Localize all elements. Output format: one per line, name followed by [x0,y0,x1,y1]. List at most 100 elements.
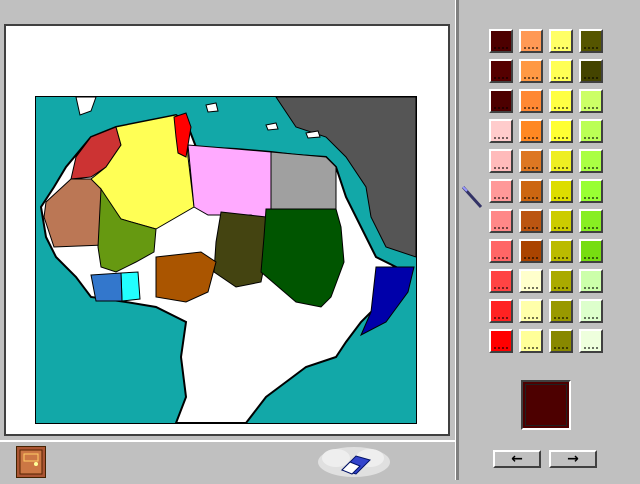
swatch-texture [584,287,598,289]
color-swatch[interactable] [489,269,513,293]
color-swatch[interactable] [489,119,513,143]
eraser-icon[interactable] [316,444,392,480]
swatch-texture [524,347,538,349]
color-swatch[interactable] [519,29,543,53]
color-swatch[interactable] [549,119,573,143]
color-swatch[interactable] [489,149,513,173]
swatch-texture [554,107,568,109]
color-swatch[interactable] [549,89,573,113]
swatch-texture [524,227,538,229]
map-of-northern-africa[interactable] [35,96,417,424]
color-swatch[interactable] [579,299,603,323]
color-swatch[interactable] [549,329,573,353]
swatch-texture [584,107,598,109]
color-swatch[interactable] [519,329,543,353]
map-svg[interactable] [36,97,416,423]
next-button[interactable]: → [549,450,597,468]
swatch-texture [584,347,598,349]
swatch-texture [584,317,598,319]
color-swatch[interactable] [579,209,603,233]
color-swatch[interactable] [579,29,603,53]
swatch-texture [554,317,568,319]
color-swatch[interactable] [489,209,513,233]
color-swatch[interactable] [489,239,513,263]
color-swatch[interactable] [549,179,573,203]
color-swatch[interactable] [549,29,573,53]
color-swatch[interactable] [549,269,573,293]
swatch-texture [584,257,598,259]
color-swatch[interactable] [489,29,513,53]
swatch-texture [494,107,508,109]
color-swatch[interactable] [579,59,603,83]
bottom-toolbar [0,440,456,480]
region-island-2[interactable] [265,122,279,131]
swatch-texture [554,77,568,79]
color-swatch[interactable] [549,209,573,233]
swatch-texture [554,287,568,289]
swatch-texture [524,47,538,49]
color-swatch[interactable] [549,299,573,323]
color-swatch[interactable] [489,59,513,83]
swatch-texture [524,137,538,139]
palette-panel: ← → [459,0,640,480]
swatch-texture [524,77,538,79]
swatch-texture [494,77,508,79]
swatch-texture [554,167,568,169]
color-swatch[interactable] [579,329,603,353]
color-swatch[interactable] [489,299,513,323]
color-swatch[interactable] [519,239,543,263]
color-swatch[interactable] [519,269,543,293]
color-swatch[interactable] [519,179,543,203]
region-libya[interactable] [187,144,272,223]
canvas-panel [0,0,456,440]
swatch-texture [554,257,568,259]
color-swatch[interactable] [579,149,603,173]
color-swatch[interactable] [519,119,543,143]
swatch-texture [494,257,508,259]
region-chad[interactable] [213,211,267,288]
region-europe-left[interactable] [75,97,97,116]
color-swatch[interactable] [519,89,543,113]
color-swatch[interactable] [549,59,573,83]
swatch-texture [584,77,598,79]
color-swatch[interactable] [519,209,543,233]
color-swatch[interactable] [519,299,543,323]
color-swatch[interactable] [519,149,543,173]
color-swatch[interactable] [579,179,603,203]
swatch-texture [524,107,538,109]
color-swatch[interactable] [549,239,573,263]
swatch-texture [494,197,508,199]
previous-button[interactable]: ← [493,450,541,468]
swatch-texture [524,257,538,259]
color-swatch[interactable] [489,179,513,203]
color-swatch[interactable] [579,269,603,293]
swatch-texture [584,167,598,169]
color-swatch[interactable] [579,119,603,143]
color-swatch[interactable] [489,329,513,353]
swatch-texture [494,227,508,229]
region-ghana[interactable] [120,271,141,302]
color-swatch[interactable] [519,59,543,83]
swatch-texture [584,137,598,139]
color-swatch[interactable] [549,149,573,173]
swatch-texture [554,137,568,139]
swatch-texture [584,227,598,229]
swatch-texture [524,317,538,319]
swatch-texture [524,287,538,289]
color-swatch[interactable] [579,89,603,113]
swatch-texture [494,137,508,139]
arrow-right-icon: → [567,451,579,467]
selected-color-preview [521,380,571,430]
color-swatch[interactable] [579,239,603,263]
region-ivory-coast[interactable] [90,272,123,302]
swatch-texture [524,167,538,169]
swatch-texture [494,287,508,289]
swatch-texture [494,317,508,319]
door-exit-icon[interactable] [15,445,47,479]
region-egypt[interactable] [270,151,337,210]
arrow-left-icon: ← [511,451,523,467]
region-island-1[interactable] [205,102,219,113]
swatch-texture [494,167,508,169]
color-swatch[interactable] [489,89,513,113]
region-island-3[interactable] [305,130,321,139]
